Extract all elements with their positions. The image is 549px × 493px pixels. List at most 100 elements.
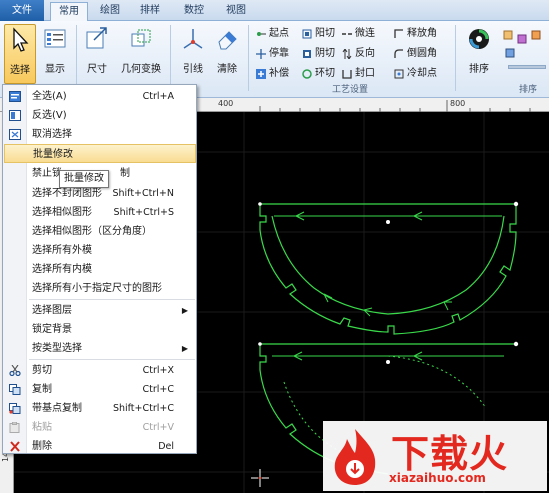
display-button[interactable]: 显示 bbox=[40, 24, 70, 80]
tab-common[interactable]: 常用 bbox=[50, 2, 88, 22]
menu-item-invert-selection[interactable]: 反选(V) bbox=[4, 106, 196, 125]
ring-cut-icon bbox=[302, 69, 312, 79]
compensation-icon bbox=[256, 69, 266, 79]
sort-button[interactable]: 排序 bbox=[462, 24, 496, 80]
lead-line-icon bbox=[183, 29, 203, 49]
submenu-arrow-icon: ▶ bbox=[181, 344, 188, 353]
sort-slider[interactable] bbox=[508, 65, 546, 69]
menu-item-label: 选择所有内模 bbox=[32, 264, 92, 275]
display-button-label: 显示 bbox=[45, 64, 65, 75]
release-corner-label: 释放角 bbox=[407, 28, 437, 39]
round-corner-label: 倒圆角 bbox=[407, 48, 437, 59]
menu-item-copy[interactable]: 复制 Ctrl+C bbox=[4, 380, 196, 399]
menu-item-shortcut: Ctrl+V bbox=[142, 422, 174, 433]
size-button[interactable]: 尺寸 bbox=[82, 24, 112, 80]
menu-item-label: 粘贴 bbox=[32, 422, 52, 433]
ruler-mark-800: 800 bbox=[450, 99, 466, 108]
menu-separator bbox=[29, 299, 195, 300]
menu-separator bbox=[29, 359, 195, 360]
compensation-button[interactable]: 补偿 bbox=[254, 66, 289, 82]
tab-cnc[interactable]: 数控 bbox=[178, 2, 210, 21]
menu-item-select-all-inner[interactable]: 选择所有内模 bbox=[4, 260, 196, 279]
top-part-points bbox=[258, 201, 519, 224]
select-button-label: 选择 bbox=[10, 65, 30, 76]
geometry-transform-button[interactable]: 几何变换 bbox=[118, 24, 164, 80]
menu-item-select-similar-angle[interactable]: 选择相似图形（区分角度） bbox=[4, 222, 196, 241]
outer-cut-button[interactable]: 阳切 bbox=[300, 26, 335, 42]
menu-item-label: 反选(V) bbox=[32, 110, 67, 121]
group-separator bbox=[76, 25, 77, 91]
menu-item-shortcut: Del bbox=[158, 441, 174, 452]
dock-label: 停靠 bbox=[269, 48, 289, 59]
menu-item-select-by-type[interactable]: 按类型选择 ▶ bbox=[4, 339, 196, 358]
menu-item-label: 带基点复制 bbox=[32, 403, 82, 414]
cooling-point-button[interactable]: 冷却点 bbox=[392, 66, 437, 82]
flame-logo-icon bbox=[334, 429, 376, 485]
menu-item-shortcut: Shift+Ctrl+S bbox=[113, 207, 174, 218]
menu-item-label: 批量修改 bbox=[33, 149, 73, 160]
menu-item-label: 选择相似图形 bbox=[32, 207, 92, 218]
clear-button[interactable]: 清除 bbox=[212, 24, 242, 80]
lead-line-button[interactable]: 引线 bbox=[178, 24, 208, 80]
sort-swirl-icon bbox=[469, 29, 489, 49]
seal-label: 封口 bbox=[355, 68, 375, 79]
menu-item-label: 选择图层 bbox=[32, 305, 72, 316]
start-point-button[interactable]: 起点 bbox=[254, 26, 289, 42]
tab-file[interactable]: 文件 bbox=[0, 0, 44, 21]
clear-button-label: 清除 bbox=[217, 64, 237, 75]
group-separator bbox=[248, 25, 249, 91]
round-corner-button[interactable]: 倒圆角 bbox=[392, 46, 437, 62]
reverse-label: 反向 bbox=[355, 48, 375, 59]
inner-cut-button[interactable]: 阴切 bbox=[300, 46, 335, 62]
menu-item-paste[interactable]: 粘贴 Ctrl+V bbox=[4, 418, 196, 437]
seal-icon bbox=[342, 70, 352, 79]
group-separator bbox=[455, 25, 456, 91]
menu-item-label: 锁定背景 bbox=[32, 324, 72, 335]
menu-item-shortcut: Shift+Ctrl+N bbox=[112, 188, 174, 199]
menu-item-select-all[interactable]: 全选(A) Ctrl+A bbox=[4, 87, 196, 106]
micro-joint-label: 微连 bbox=[355, 28, 375, 39]
release-corner-icon bbox=[394, 29, 403, 38]
tab-draw[interactable]: 绘图 bbox=[94, 2, 126, 21]
menu-item-select-smaller-than[interactable]: 选择所有小于指定尺寸的图形 bbox=[4, 279, 196, 298]
transform-icon bbox=[131, 29, 151, 47]
menu-item-lock-background[interactable]: 锁定背景 bbox=[4, 320, 196, 339]
release-corner-button[interactable]: 释放角 bbox=[392, 26, 437, 42]
inner-cut-icon bbox=[303, 50, 311, 58]
resize-icon bbox=[86, 27, 107, 49]
watermark: 下载火 xiazaihuo.com bbox=[323, 421, 547, 491]
menu-item-label-suffix: 制 bbox=[120, 168, 130, 179]
menu-item-batch-modify[interactable]: 批量修改 bbox=[4, 144, 196, 163]
menu-item-select-layer[interactable]: 选择图层 ▶ bbox=[4, 301, 196, 320]
watermark-url: xiazaihuo.com bbox=[389, 471, 486, 485]
select-button[interactable]: 选择 bbox=[4, 24, 36, 84]
menu-item-shortcut: Ctrl+X bbox=[142, 365, 174, 376]
sort-options-icons bbox=[503, 30, 541, 58]
cooling-point-label: 冷却点 bbox=[407, 68, 437, 79]
group-separator bbox=[170, 25, 171, 91]
menu-item-delete[interactable]: 删除 Del bbox=[4, 437, 196, 456]
dock-button[interactable]: 停靠 bbox=[254, 46, 289, 62]
menu-item-deselect[interactable]: 取消选择 bbox=[4, 125, 196, 144]
menu-item-label: 选择相似图形（区分角度） bbox=[32, 226, 152, 237]
ring-cut-label: 环切 bbox=[315, 68, 335, 79]
ring-cut-button[interactable]: 环切 bbox=[300, 66, 335, 82]
tab-nesting[interactable]: 排样 bbox=[134, 2, 166, 21]
start-point-label: 起点 bbox=[269, 28, 289, 39]
seal-button[interactable]: 封口 bbox=[340, 66, 375, 82]
menu-item-shortcut: Ctrl+C bbox=[142, 384, 175, 395]
geometry-transform-button-label: 几何变换 bbox=[121, 64, 161, 75]
size-button-label: 尺寸 bbox=[87, 64, 107, 75]
menu-item-label: 按类型选择 bbox=[32, 343, 82, 354]
process-group-label: 工艺设置 bbox=[331, 85, 368, 95]
menu-item-copy-with-basepoint[interactable]: 带基点复制 Shift+Ctrl+C bbox=[4, 399, 196, 418]
tab-view[interactable]: 视图 bbox=[220, 2, 252, 21]
menu-item-select-similar[interactable]: 选择相似图形 Shift+Ctrl+S bbox=[4, 203, 196, 222]
menu-item-select-all-outer[interactable]: 选择所有外模 bbox=[4, 241, 196, 260]
reverse-button[interactable]: 反向 bbox=[340, 46, 375, 62]
eraser-icon bbox=[218, 31, 237, 50]
menu-item-label: 删除 bbox=[32, 441, 52, 452]
sort-group-label: 排序 bbox=[518, 85, 537, 95]
menu-item-cut[interactable]: 剪切 Ctrl+X bbox=[4, 361, 196, 380]
micro-joint-button[interactable]: 微连 bbox=[340, 26, 375, 42]
